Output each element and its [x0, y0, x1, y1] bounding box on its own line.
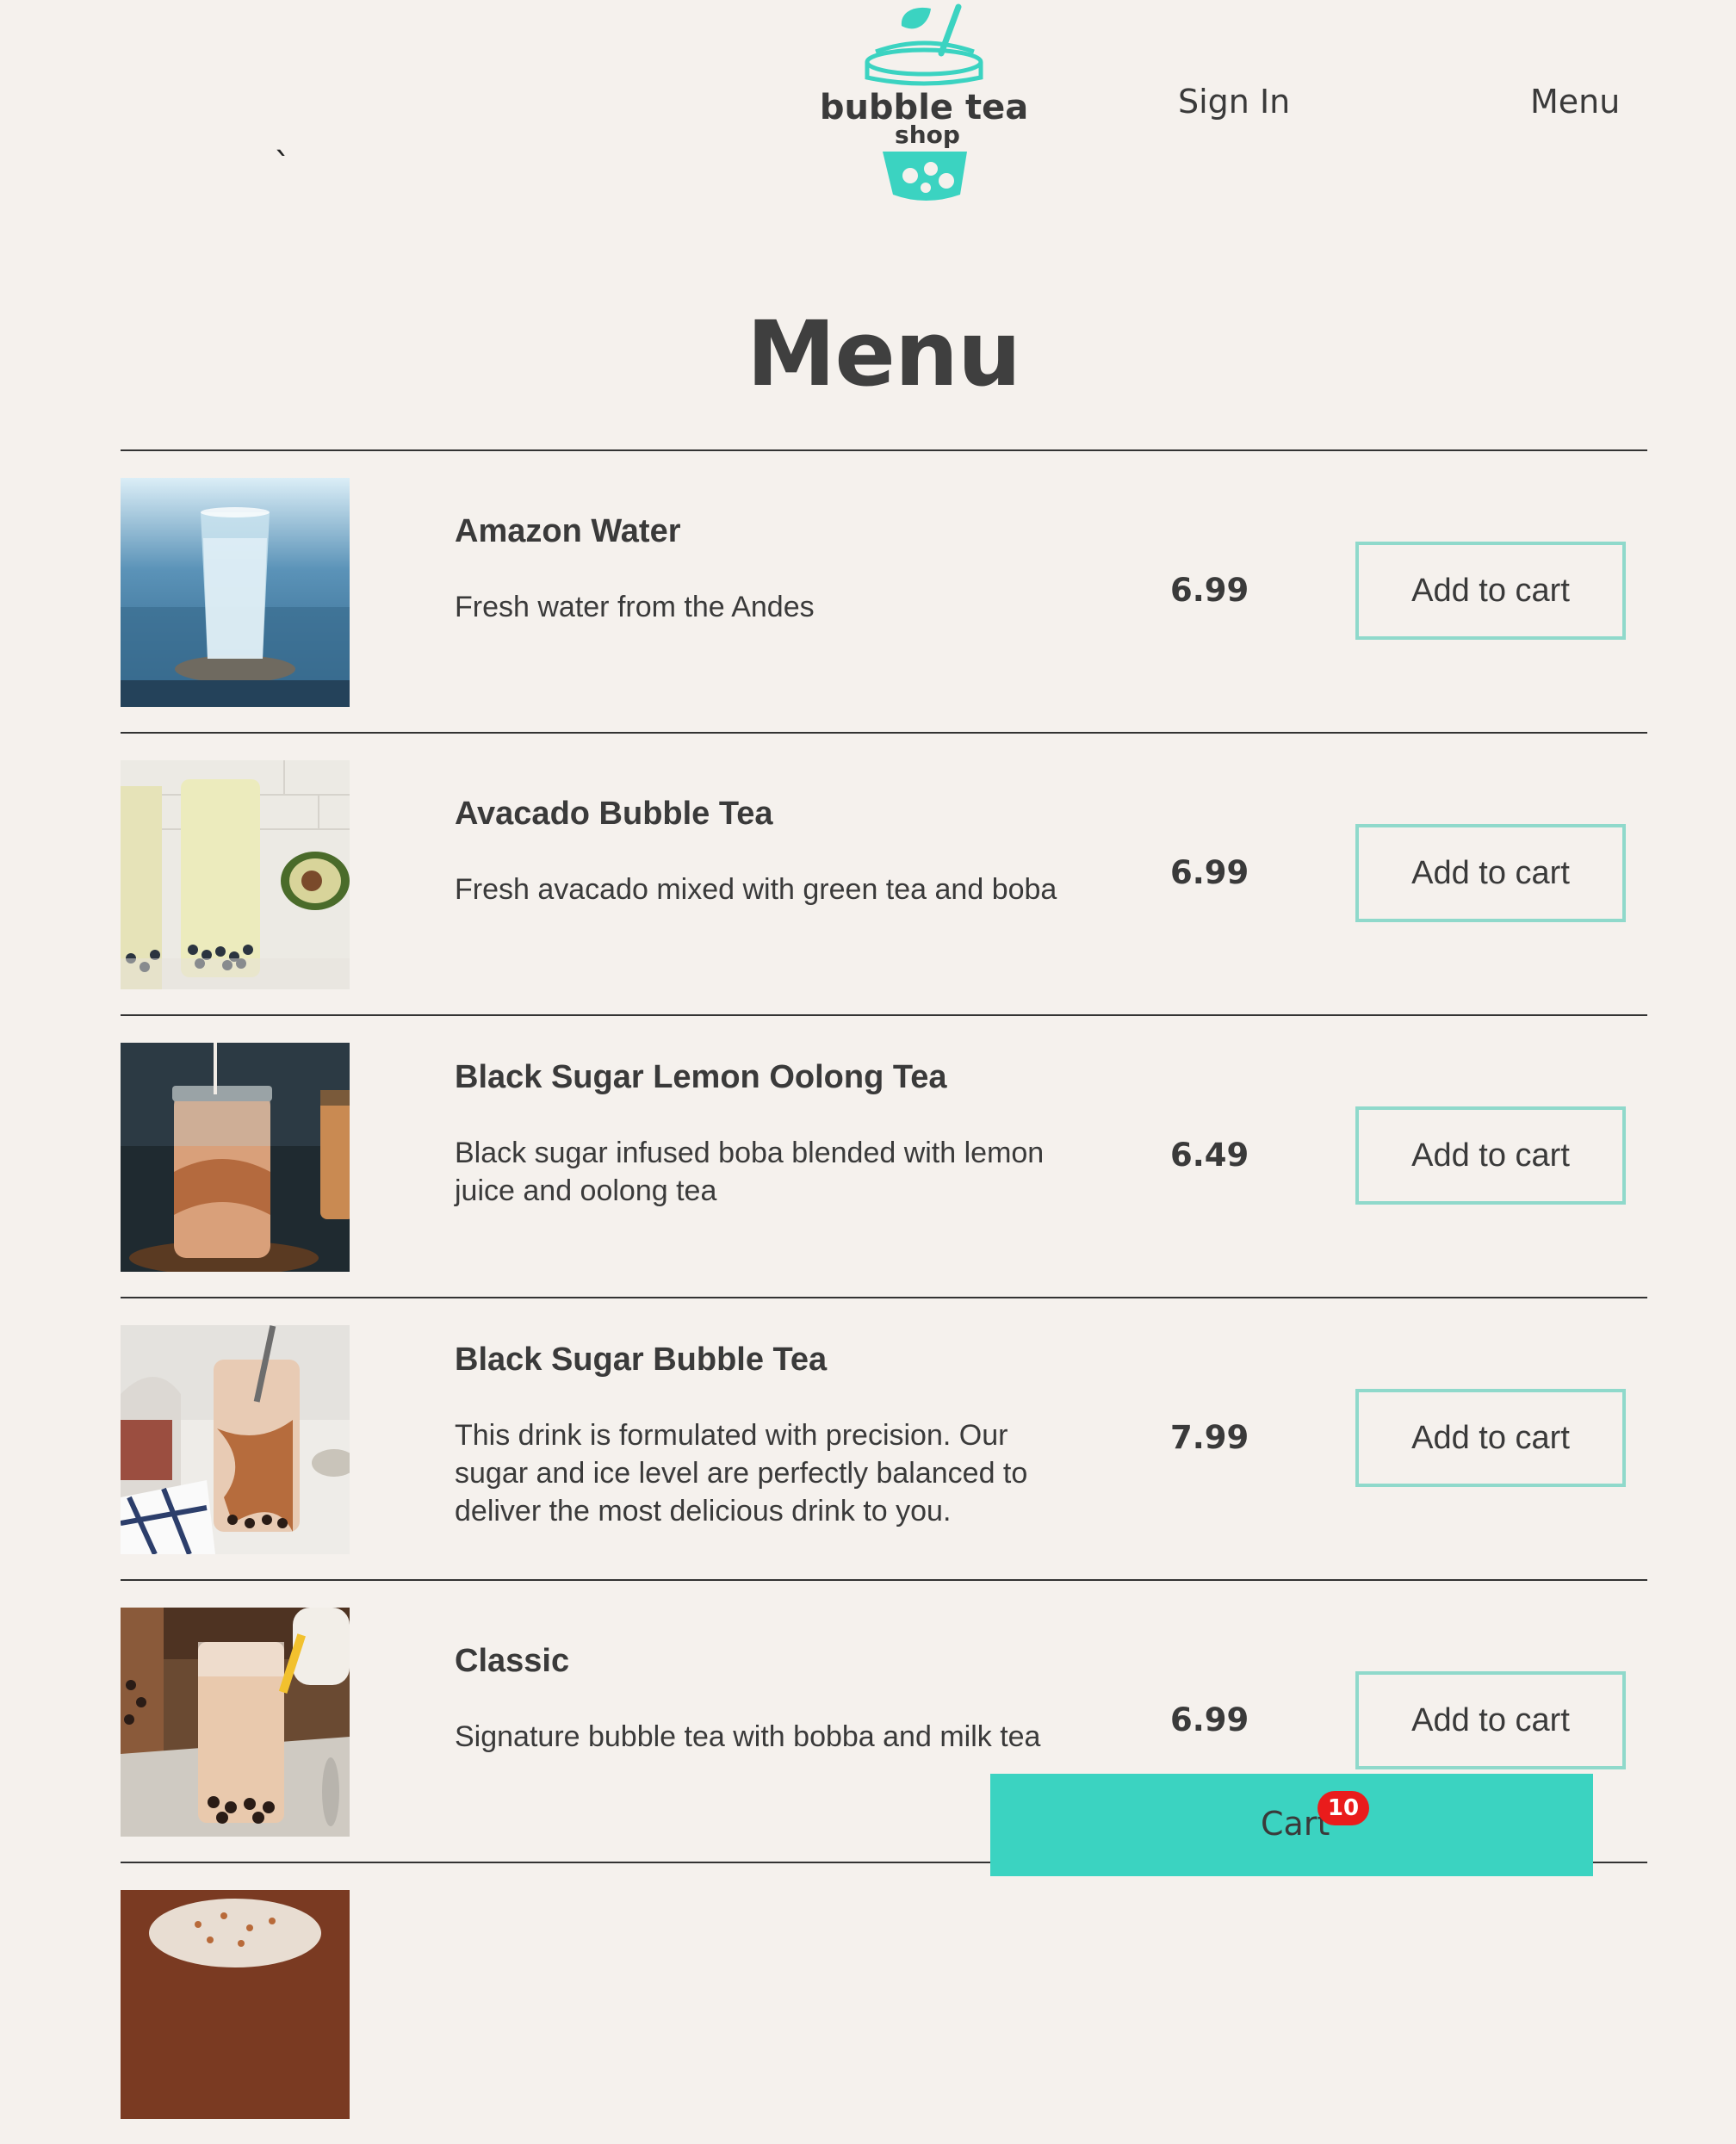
menu-item — [121, 1863, 1647, 2144]
item-description: Signature bubble tea with bobba and milk… — [455, 1720, 1041, 1753]
item-text: Amazon Water Fresh water from the Andes — [455, 513, 1057, 626]
black-sugar-tea-image — [121, 1325, 350, 1554]
item-price: 6.99 — [1170, 572, 1249, 609]
avocado-tea-image — [121, 760, 350, 989]
oolong-tea-image — [121, 1043, 350, 1272]
item-price: 6.99 — [1170, 854, 1249, 891]
svg-text:shop: shop — [895, 121, 960, 149]
item-text: Classic Signature bubble tea with bobba … — [455, 1643, 1057, 1756]
item-price: 6.99 — [1170, 1701, 1249, 1738]
add-to-cart-button[interactable]: Add to cart — [1355, 1671, 1626, 1769]
item-description: Black sugar infused boba blended with le… — [455, 1137, 1045, 1207]
water-glass-image — [121, 478, 350, 707]
nav-menu-link[interactable]: Menu — [1530, 83, 1620, 121]
nav-sign-in-link[interactable]: Sign In — [1178, 83, 1290, 121]
classic-tea-image — [121, 1608, 350, 1837]
bubble-tea-shop-logo[interactable]: bubble tea shop — [822, 0, 1038, 207]
cart-count-badge: 10 — [1318, 1791, 1369, 1825]
add-to-cart-button[interactable]: Add to cart — [1355, 1106, 1626, 1205]
item-price: 7.99 — [1170, 1419, 1249, 1456]
item-price: 6.49 — [1170, 1137, 1249, 1174]
partial-item-image — [121, 1890, 350, 2119]
add-to-cart-button[interactable]: Add to cart — [1355, 542, 1626, 640]
item-name: Classic — [455, 1643, 570, 1679]
add-to-cart-button[interactable]: Add to cart — [1355, 824, 1626, 922]
item-name: Avacado Bubble Tea — [455, 796, 773, 832]
item-description: Fresh water from the Andes — [455, 591, 815, 623]
menu-item: Black Sugar Lemon Oolong Tea Black sugar… — [121, 1016, 1647, 1298]
item-name: Black Sugar Lemon Oolong Tea — [455, 1059, 947, 1095]
add-to-cart-button[interactable]: Add to cart — [1355, 1389, 1626, 1487]
item-description: Fresh avacado mixed with green tea and b… — [455, 873, 1057, 906]
item-text: Avacado Bubble Tea Fresh avacado mixed w… — [455, 796, 1057, 908]
logo-graphic: bubble tea shop — [822, 3, 1028, 201]
item-text: Black Sugar Bubble Tea This drink is for… — [455, 1342, 1057, 1530]
menu-list: Amazon Water Fresh water from the Andes … — [121, 449, 1647, 2144]
menu-item: Black Sugar Bubble Tea This drink is for… — [121, 1298, 1647, 1581]
item-text: Black Sugar Lemon Oolong Tea Black sugar… — [455, 1059, 1057, 1210]
menu-item: Amazon Water Fresh water from the Andes … — [121, 451, 1647, 734]
item-description: This drink is formulated with precision.… — [455, 1419, 1028, 1527]
item-name: Amazon Water — [455, 513, 681, 549]
cart-button[interactable]: Cart 10 — [990, 1774, 1593, 1876]
menu-item: Avacado Bubble Tea Fresh avacado mixed w… — [121, 734, 1647, 1016]
page-title: Menu — [746, 301, 1021, 406]
stray-mark: ` — [274, 146, 291, 186]
site-header: ` bubble tea shop Sign In Menu — [0, 0, 1736, 224]
item-name: Black Sugar Bubble Tea — [455, 1342, 828, 1378]
